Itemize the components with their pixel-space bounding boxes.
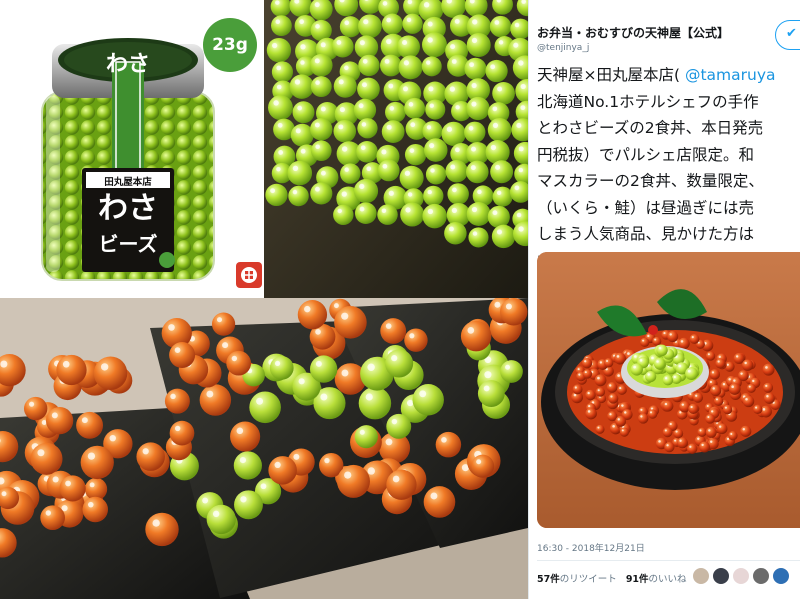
tweet-mention-link[interactable]: @tamaruya: [685, 66, 776, 84]
tweet-line: マスカラーの2食丼、数量限定、: [537, 168, 800, 195]
tweet-line-text: マスカラーの2食丼、数量限定、: [537, 172, 764, 190]
tweet-account-name[interactable]: お弁当・おむすびの天神屋【公式】: [537, 24, 787, 41]
tweet-divider: [537, 560, 800, 561]
like-label[interactable]: のいいね: [649, 574, 687, 585]
donburi-illustration: [537, 252, 800, 528]
tweet-line: とわさビーズの2食丼、本日発売: [537, 115, 800, 142]
retweet-label[interactable]: のリツイート: [560, 574, 617, 585]
wasabi-beads-photo: [264, 0, 528, 298]
follow-button[interactable]: ✔: [775, 20, 800, 50]
tweet-line-text: とわさビーズの2食丼、本日発売: [537, 119, 764, 137]
lid-text: わさ: [105, 52, 150, 77]
tweet-line-text: 円税抜）でパルシェ店限定。和: [537, 145, 755, 164]
weight-badge: 23g: [203, 18, 257, 72]
tweet-card: お弁当・おむすびの天神屋【公式】 @tenjinya_j ✔ 天神屋×田丸屋本店…: [528, 0, 800, 599]
tweet-handle[interactable]: @tenjinya_j: [537, 43, 589, 53]
tweet-line: 円税抜）でパルシェ店限定。和: [537, 142, 800, 169]
tweet-body: 天神屋×田丸屋本店( @tamaruya 北海道No.1ホテルシェフの手作 とわさビ…: [537, 62, 800, 274]
beads-illustration: [264, 0, 528, 298]
sushi-photo: [0, 298, 528, 599]
brand-label: 田丸屋本店: [104, 177, 152, 188]
tweet-line-text: 北海道No.1ホテルシェフの手作: [537, 92, 759, 111]
like-count[interactable]: 91件: [626, 574, 649, 585]
avatar[interactable]: [772, 567, 790, 585]
label-subtitle: ビーズ: [98, 232, 158, 256]
tweet-photo[interactable]: [537, 252, 800, 528]
tweet-line: 天神屋×田丸屋本店( @tamaruya: [537, 62, 800, 89]
tweet-line: 北海道No.1ホテルシェフの手作: [537, 89, 800, 116]
sushi-illustration: [0, 298, 528, 599]
tweet-line-text: しまう人気商品、見かけた方は: [537, 225, 755, 243]
tweet-stats: 57件のリツイート 91件のいいね: [537, 571, 687, 585]
label-title: わさ: [98, 191, 158, 226]
avatar[interactable]: [692, 567, 710, 585]
tweet-line-text: （いくら・鮭）は昼過ぎには売: [537, 198, 755, 217]
avatar[interactable]: [752, 567, 770, 585]
tweet-line-text: 天神屋×田丸屋本店(: [537, 66, 685, 84]
tweet-line: （いくら・鮭）は昼過ぎには売: [537, 195, 800, 222]
brand-logo-icon: [236, 262, 262, 288]
jar-photo-panel: わさ 田丸屋本店 わさ ビーズ 23g: [0, 0, 264, 298]
tweet-line: しまう人気商品、見かけた方は: [537, 221, 800, 248]
tweet-timestamp[interactable]: 16:30 - 2018年12月21日: [537, 541, 645, 554]
retweet-count[interactable]: 57件: [537, 574, 560, 585]
avatar[interactable]: [712, 567, 730, 585]
follow-icon: ✔: [786, 26, 797, 41]
avatar[interactable]: [732, 567, 750, 585]
